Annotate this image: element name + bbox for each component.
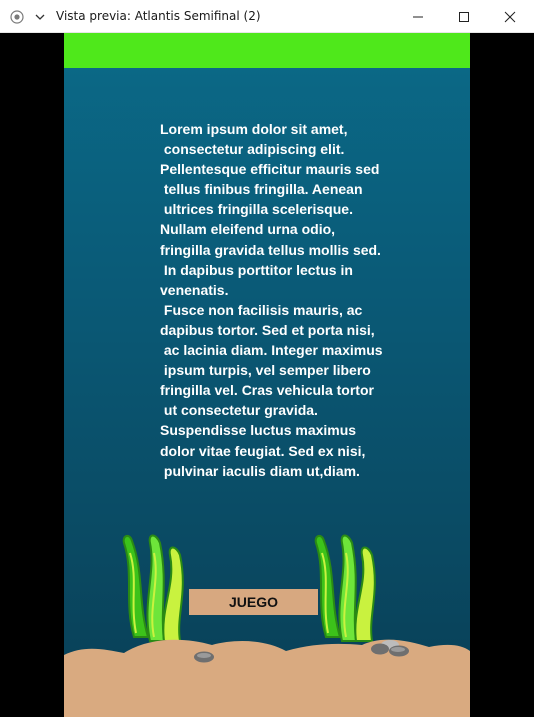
close-icon [504,11,516,22]
maximize-button[interactable] [441,0,487,33]
close-button[interactable] [487,0,533,33]
maximize-icon [459,11,469,22]
game-viewport: Lorem ipsum dolor sit amet, consectetur … [0,33,534,717]
seaweed-right-icon [314,534,376,642]
play-button[interactable]: JUEGO [189,589,318,615]
window-title: Vista previa: Atlantis Semifinal (2) [56,9,261,23]
app-icon [10,10,24,24]
minimize-icon [413,16,423,17]
rock-icon [194,651,214,663]
window-titlebar: Vista previa: Atlantis Semifinal (2) [0,0,534,33]
minimize-button[interactable] [395,0,441,33]
seaweed-left-icon [122,534,184,642]
sand-floor-icon [64,639,470,717]
chevron-down-icon[interactable] [33,10,47,24]
game-stage: Lorem ipsum dolor sit amet, consectetur … [64,33,470,717]
